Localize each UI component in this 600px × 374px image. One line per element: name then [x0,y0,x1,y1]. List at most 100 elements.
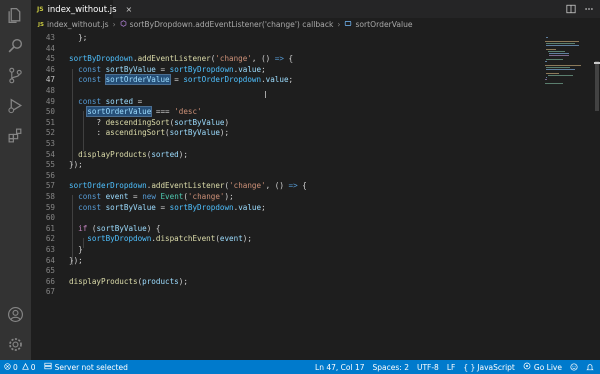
code-line[interactable]: 43 }; [31,33,536,44]
code-line[interactable]: 47 const sortOrderValue = sortOrderDropd… [31,74,536,86]
vertical-scrollbar[interactable] [594,31,600,360]
code-line[interactable]: 51 ? descendingSort(sortByValue) [31,118,536,129]
minimap-line [545,83,564,84]
notifications-icon[interactable] [582,360,600,374]
javascript-file-icon: JS [38,21,45,28]
line-code: displayProducts(products); [69,276,188,286]
code-line[interactable]: 61 if (sortByValue) { [31,224,536,235]
editor-actions [565,3,594,14]
end-of-line[interactable]: LF [443,360,460,374]
braces-icon: { } [463,362,476,372]
code-line[interactable]: 53 [31,139,536,150]
line-number: 52 [45,128,55,138]
code-line[interactable]: 48 [31,86,536,97]
minimap-line [547,51,566,52]
code-line[interactable]: 44 [31,44,536,55]
line-number: 57 [45,181,55,191]
variable-icon [344,20,352,29]
breadcrumb-file[interactable]: index_without.js [47,20,109,29]
code-line[interactable]: 49 const sorted = [31,97,536,108]
feedback-icon[interactable] [566,360,582,374]
minimap-line [546,43,576,44]
language-mode[interactable]: { } JavaScript [459,360,519,374]
method-icon [120,20,127,29]
account-icon[interactable] [6,305,25,324]
code-line[interactable]: 66 displayProducts(products); [31,277,536,288]
code-line[interactable]: 60 [31,213,536,224]
code-line[interactable]: 52 : ascendingSort(sortByValue); [31,128,536,139]
code-line[interactable]: 65 [31,266,536,277]
extensions-icon[interactable] [6,126,25,145]
source-control-icon[interactable] [6,66,25,85]
code-line[interactable]: 50 sortOrderValue === 'desc' [31,106,536,118]
line-number: 56 [45,170,55,180]
code-line[interactable]: 64}); [31,256,536,267]
search-icon[interactable] [6,36,25,55]
more-actions-icon[interactable] [583,3,594,14]
line-code: : ascendingSort(sortByValue); [96,128,230,138]
indentation[interactable]: Spaces: 2 [369,360,413,374]
breadcrumb-symbol-callback[interactable]: sortByDropdown.addEventListener('change'… [130,20,334,29]
files-icon[interactable] [6,6,25,25]
line-number: 47 [45,75,55,85]
line-code: const sortByValue = sortByDropdown.value… [78,64,266,74]
cursor-position[interactable]: Ln 47, Col 17 [311,360,368,374]
line-number: 43 [45,33,55,42]
tab-index-without-js[interactable]: JS index_without.js × [31,0,132,18]
line-number: 45 [45,54,55,64]
line-number: 48 [45,86,55,95]
encoding[interactable]: UTF-8 [413,360,443,374]
code-line[interactable]: 55}); [31,160,536,171]
code-line[interactable]: 67 [31,287,536,298]
code-line[interactable]: 59 const sortByValue = sortByDropdown.va… [31,203,536,214]
breadcrumb-symbol-variable[interactable]: sortOrderValue [355,20,412,29]
code-line[interactable]: 63 } [31,245,536,256]
editor-tab-bar: JS index_without.js × [31,0,600,18]
tab-label: index_without.js [47,4,117,15]
error-icon [4,362,11,372]
minimap-line [546,45,580,46]
javascript-file-icon: JS [37,6,44,13]
line-code: displayProducts(sorted); [78,149,188,159]
close-icon[interactable]: × [126,5,133,14]
line-number: 50 [45,107,55,117]
line-code: } [78,245,83,254]
code-line[interactable]: 62 sortByDropdown.dispatchEvent(event); [31,234,536,245]
line-code: sortByDropdown.dispatchEvent(event); [87,234,252,244]
line-code: }); [69,255,83,265]
minimap-line [545,79,548,80]
minimap-line [546,77,548,78]
line-code: }); [69,160,83,170]
code-line[interactable]: 56 [31,171,536,182]
split-editor-icon[interactable] [565,3,576,14]
server-status[interactable]: Server not selected [40,360,132,374]
status-bar: 0 0 Server not selected Ln 47, Col 17 Sp… [0,360,600,374]
minimap-line [545,41,580,42]
line-code: const sorted = [78,96,143,106]
line-code: sortOrderValue === 'desc' [86,106,202,118]
code-line[interactable]: 45 sortByDropdown.addEventListener('chang… [31,54,536,65]
minimap-line [546,67,571,68]
line-number: 46 [45,64,55,74]
minimap-line [546,73,559,74]
code-line[interactable]: 54 displayProducts(sorted); [31,150,536,161]
code-editor[interactable]: 43 }; 44 45 sortByDropdown.addEventListener… [31,31,541,360]
line-number: 64 [45,255,55,265]
language-label: JavaScript [477,362,515,372]
line-number: 61 [45,223,55,233]
problems-indicator[interactable]: 0 0 [0,360,40,374]
code-line[interactable]: 46 const sortByValue = sortByDropdown.va… [31,65,536,76]
go-live-button[interactable]: Go Live [519,360,566,374]
line-number: 62 [45,234,55,244]
settings-gear-icon[interactable] [6,335,25,354]
line-number: 49 [45,96,55,106]
code-line[interactable]: 58 const event = new Event('change'); [31,192,536,203]
scrollbar-thumb[interactable] [595,61,599,111]
line-number: 53 [45,139,55,148]
line-number: 65 [45,266,55,276]
minimap[interactable] [541,31,600,360]
code-line[interactable]: 57 sortOrderDropdown.addEventListener('ch… [31,181,536,192]
line-code: if (sortByValue) { [78,223,161,233]
run-debug-icon[interactable] [6,96,25,115]
minimap-line [549,55,570,56]
